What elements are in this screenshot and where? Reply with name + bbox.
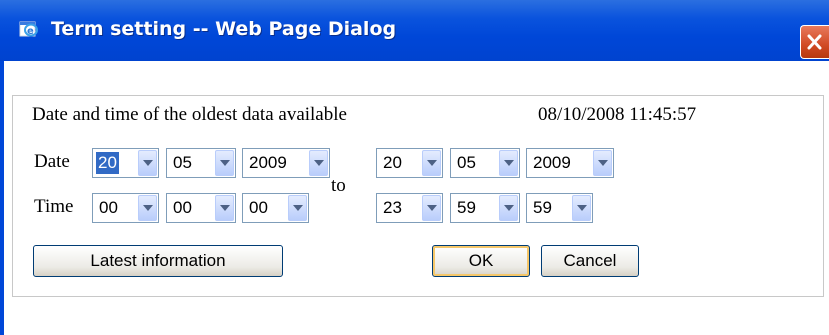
chevron-down-icon[interactable] [572, 195, 591, 221]
ok-button[interactable]: OK [432, 245, 530, 277]
window-border [0, 61, 4, 335]
chevron-down-icon[interactable] [309, 150, 328, 176]
chevron-down-icon[interactable] [593, 150, 612, 176]
chevron-down-icon[interactable] [215, 195, 234, 221]
chevron-down-icon[interactable] [138, 150, 157, 176]
select-value: 05 [173, 153, 192, 172]
select-value: 20 [96, 152, 119, 174]
date-label: Date [34, 151, 70, 172]
to-day-select[interactable]: 20 [376, 148, 443, 178]
from-year-select[interactable]: 2009 [242, 148, 330, 178]
select-value: 05 [457, 153, 476, 172]
chevron-down-icon[interactable] [138, 195, 157, 221]
window-title: Term setting -- Web Page Dialog [51, 18, 397, 40]
to-hour-select[interactable]: 23 [376, 193, 443, 223]
close-icon [807, 34, 822, 50]
select-value: 59 [533, 198, 552, 217]
select-value: 00 [99, 198, 118, 217]
select-value: 23 [383, 198, 402, 217]
chevron-down-icon[interactable] [422, 150, 441, 176]
select-value: 2009 [249, 153, 287, 172]
from-day-select[interactable]: 20 [92, 148, 159, 178]
oldest-data-label: Date and time of the oldest data availab… [32, 104, 347, 125]
chevron-down-icon[interactable] [499, 150, 518, 176]
from-month-select[interactable]: 05 [166, 148, 236, 178]
close-button[interactable] [800, 25, 829, 59]
select-value: 59 [457, 198, 476, 217]
to-label: to [331, 175, 346, 196]
ie-page-icon: e [19, 20, 39, 38]
svg-text:e: e [27, 26, 34, 37]
select-value: 00 [173, 198, 192, 217]
chevron-down-icon[interactable] [215, 150, 234, 176]
from-second-select[interactable]: 00 [242, 193, 309, 223]
chevron-down-icon[interactable] [422, 195, 441, 221]
time-label: Time [34, 196, 74, 217]
title-bar[interactable]: e Term setting -- Web Page Dialog [0, 0, 829, 61]
from-hour-select[interactable]: 00 [92, 193, 159, 223]
chevron-down-icon[interactable] [499, 195, 518, 221]
oldest-data-value: 08/10/2008 11:45:57 [538, 104, 697, 125]
to-month-select[interactable]: 05 [450, 148, 520, 178]
cancel-button[interactable]: Cancel [541, 245, 639, 277]
select-value: 20 [383, 153, 402, 172]
to-year-select[interactable]: 2009 [526, 148, 614, 178]
from-minute-select[interactable]: 00 [166, 193, 236, 223]
select-value: 00 [249, 198, 268, 217]
to-minute-select[interactable]: 59 [450, 193, 520, 223]
to-second-select[interactable]: 59 [526, 193, 593, 223]
chevron-down-icon[interactable] [288, 195, 307, 221]
latest-information-button[interactable]: Latest information [33, 245, 283, 277]
select-value: 2009 [533, 153, 571, 172]
